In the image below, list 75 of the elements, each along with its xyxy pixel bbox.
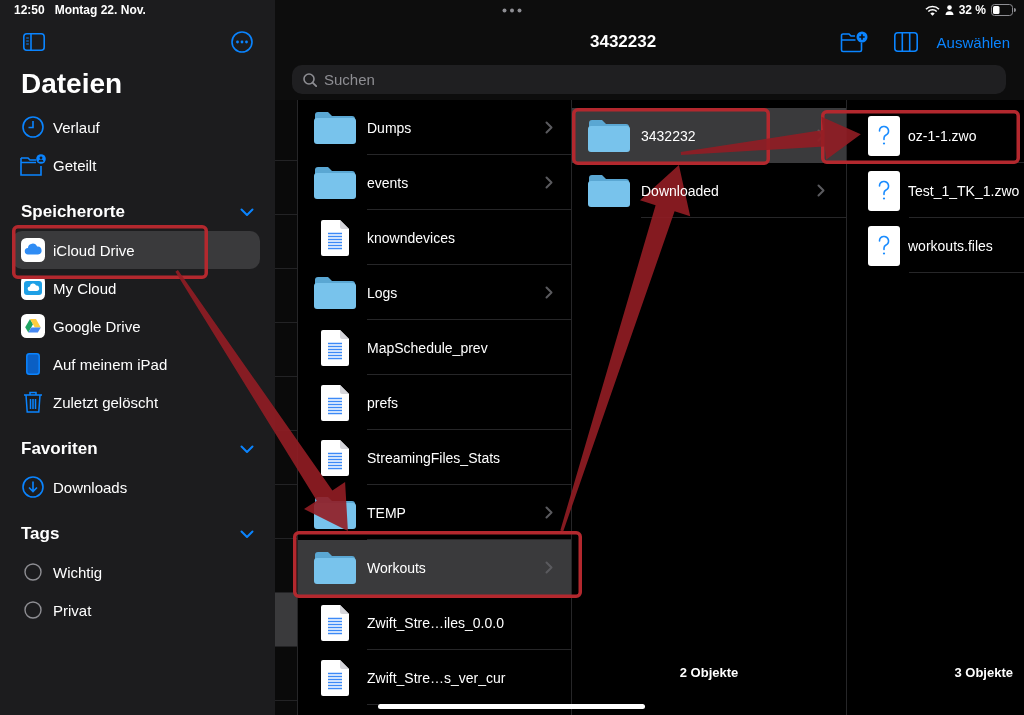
document-icon [321, 659, 349, 696]
columns-icon[interactable] [893, 32, 918, 52]
sidebar-item[interactable]: Zuletzt gelöscht [12, 383, 167, 421]
sidebar-toggle-icon[interactable] [23, 33, 45, 51]
folder-icon [588, 119, 630, 152]
shared-folder-icon [20, 154, 46, 176]
file-row[interactable]: Test_1_TK_1.zwo [847, 163, 1024, 218]
search-icon [303, 73, 317, 87]
file-row[interactable]: MapSchedule_prev [298, 320, 571, 375]
sidebar-item[interactable]: Auf meinem iPad [12, 345, 176, 383]
sidebar-item[interactable]: Google Drive [12, 307, 149, 345]
sidebar-item[interactable]: Verlauf [12, 108, 108, 146]
file-row[interactable]: Zwift_Stre…iles_0.0.0 [298, 595, 571, 650]
document-icon [321, 219, 349, 256]
folder-row[interactable]: Logs [298, 265, 571, 320]
person-icon [944, 5, 954, 15]
battery-icon [991, 4, 1016, 16]
search-field[interactable]: Suchen [292, 65, 1006, 94]
item-count: 2 Objekte [679, 665, 739, 680]
folder-title: 3432232 [590, 32, 657, 52]
folder-icon [588, 174, 630, 207]
file-row[interactable]: prefs [298, 375, 571, 430]
sidebar-item[interactable]: Geteilt [12, 146, 105, 184]
circle-icon [24, 601, 42, 619]
clock-icon [22, 116, 44, 138]
circle-icon [24, 563, 42, 581]
section-heading: Favoriten [21, 438, 98, 460]
chevron-right-icon [545, 286, 553, 299]
question-file-icon [868, 115, 900, 156]
folder-row[interactable]: Downloaded [572, 163, 846, 218]
select-button[interactable]: Auswählen [936, 33, 1010, 51]
folder-row[interactable]: Dumps [298, 100, 571, 155]
folder-icon [314, 166, 356, 199]
file-row[interactable]: knowndevices [298, 210, 571, 265]
section-heading: Tags [21, 523, 60, 545]
tablet-icon [26, 353, 40, 375]
folder-icon [314, 111, 356, 144]
folder-icon [314, 551, 356, 584]
chevron-down-icon[interactable] [240, 444, 254, 454]
document-icon [321, 329, 349, 366]
chevron-down-icon[interactable] [240, 207, 254, 217]
sidebar-item[interactable]: My Cloud [12, 269, 125, 307]
section-heading: Speicherorte [21, 201, 125, 223]
battery-percentage: 32 % [958, 3, 986, 17]
chevron-down-icon[interactable] [240, 529, 254, 539]
document-icon [321, 439, 349, 476]
chevron-right-icon [545, 121, 553, 134]
folder-icon [314, 276, 356, 309]
file-row[interactable]: oz-1-1.zwo [847, 108, 1024, 163]
wifi-icon [924, 4, 940, 16]
new-folder-icon[interactable] [839, 31, 868, 53]
folder-row[interactable]: Workouts [298, 540, 571, 595]
sidebar-item[interactable]: Downloads [12, 468, 136, 506]
download-icon [22, 476, 44, 498]
file-row[interactable]: Zwift_Stre…s_ver_cur [298, 650, 571, 705]
status-time: 12:50 [14, 3, 45, 17]
folder-row[interactable]: events [298, 155, 571, 210]
document-icon [321, 384, 349, 421]
document-icon [321, 604, 349, 641]
cloud-icon [21, 238, 45, 262]
chevron-right-icon [817, 184, 825, 197]
question-file-icon [868, 170, 900, 211]
more-icon[interactable] [231, 31, 253, 53]
question-file-icon [868, 225, 900, 266]
item-count: 3 Objekte [954, 665, 1013, 680]
chevron-right-icon [545, 176, 553, 189]
sidebar-item[interactable]: Privat [12, 591, 100, 629]
chevron-right-icon [545, 561, 553, 574]
chevron-right-icon [545, 506, 553, 519]
sidebar-item[interactable]: Wichtig [12, 553, 111, 591]
status-date: Montag 22. Nov. [54, 3, 146, 17]
file-row[interactable]: workouts.files [847, 218, 1024, 273]
file-row[interactable]: StreamingFiles_Stats [298, 430, 571, 485]
trash-icon [23, 391, 43, 413]
sidebar-title: Dateien [20, 67, 124, 101]
